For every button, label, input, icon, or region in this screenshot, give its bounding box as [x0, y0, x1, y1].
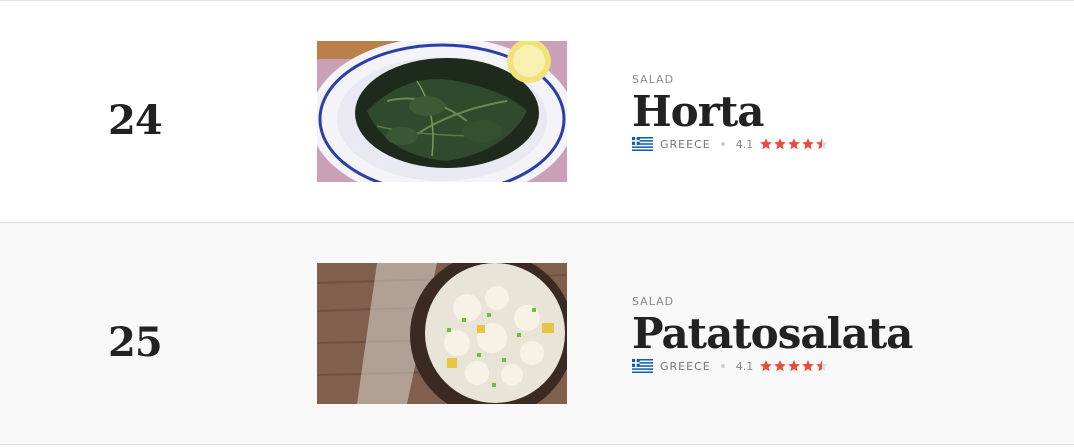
star-icon	[788, 360, 801, 372]
star-rating	[759, 359, 829, 373]
dish-category[interactable]: SALAD	[632, 73, 829, 87]
star-rating	[759, 137, 829, 151]
star-icon	[816, 138, 829, 150]
separator-dot	[720, 142, 725, 146]
dish-country[interactable]: GREECE	[660, 360, 711, 373]
separator-dot	[720, 364, 725, 368]
dish-row[interactable]: 24 SALAD Horta GREECE 4.1	[0, 1, 1074, 223]
dish-info: SALAD Patatosalata GREECE 4.1	[632, 295, 913, 374]
dish-image-patatosalata[interactable]	[317, 263, 567, 404]
dish-category[interactable]: SALAD	[632, 295, 912, 309]
dish-country[interactable]: GREECE	[660, 138, 711, 151]
greece-flag-icon[interactable]	[632, 359, 653, 373]
star-icon	[788, 138, 801, 150]
dish-name[interactable]: Horta	[632, 88, 829, 136]
greece-flag-icon[interactable]	[632, 137, 653, 151]
star-icon	[774, 138, 787, 150]
rank-number: 25	[108, 319, 163, 366]
dish-meta: GREECE 4.1	[632, 358, 912, 374]
dish-row[interactable]: 25 SALAD Patatosalata GREECE 4.1	[0, 223, 1074, 445]
dish-image-horta[interactable]	[317, 41, 567, 182]
horta-dish-photo	[317, 41, 567, 182]
dish-rating: 4.1	[735, 359, 754, 373]
dish-info: SALAD Horta GREECE 4.1	[632, 73, 829, 152]
dish-ranking-list: 24 SALAD Horta GREECE 4.1 25 SALAD Patat…	[0, 0, 1074, 447]
star-icon	[802, 360, 815, 372]
star-icon	[802, 138, 815, 150]
dish-name[interactable]: Patatosalata	[632, 310, 913, 358]
dish-meta: GREECE 4.1	[632, 136, 829, 152]
star-icon	[760, 138, 773, 150]
star-icon	[816, 360, 829, 372]
star-icon	[774, 360, 787, 372]
rank-number: 24	[108, 97, 163, 144]
dish-rating: 4.1	[735, 137, 754, 151]
star-icon	[760, 360, 773, 372]
patatosalata-dish-photo	[317, 263, 567, 404]
